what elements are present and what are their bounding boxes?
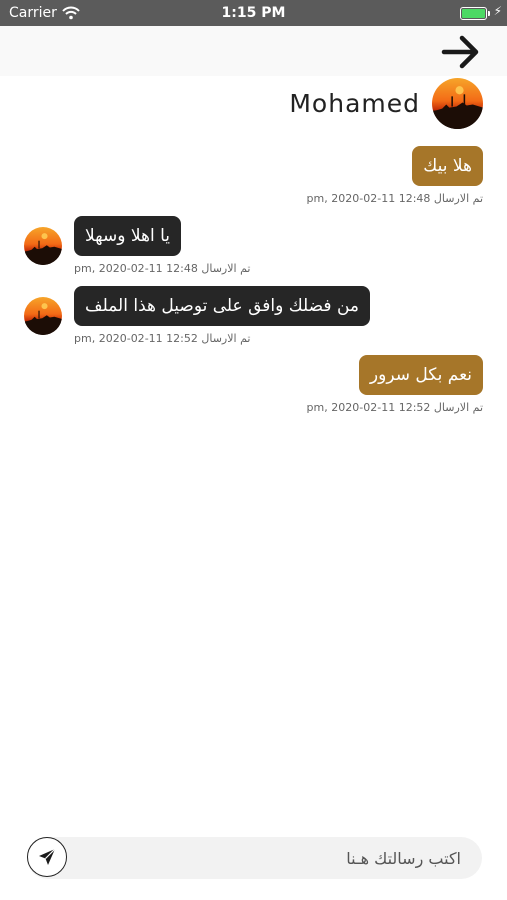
- status-bar: Carrier 1:15 PM ⚡: [0, 0, 507, 26]
- battery-full-charging-icon: [460, 7, 487, 20]
- message-timestamp: تم الارسال 12:48 11-02-2020 ,pm: [306, 192, 483, 205]
- message-received: من فضلك وافق على توصيل هذا الملف تم الار…: [24, 286, 370, 345]
- message-received: يا اهلا وسهلا تم الارسال 12:48 11-02-202…: [24, 216, 250, 275]
- message-timestamp: تم الارسال 12:52 11-02-2020 ,pm: [306, 401, 483, 414]
- sunset-avatar-icon[interactable]: [432, 78, 483, 129]
- navigation-bar: [0, 26, 507, 76]
- message-bubble[interactable]: هلا بيك: [412, 146, 483, 186]
- message-timestamp: تم الارسال 12:48 11-02-2020 ,pm: [74, 262, 251, 275]
- message-bubble[interactable]: من فضلك وافق على توصيل هذا الملف: [74, 286, 370, 326]
- charging-bolt-icon: ⚡: [493, 4, 502, 18]
- arrow-right-icon[interactable]: [441, 35, 481, 69]
- message-timestamp: تم الارسال 12:52 11-02-2020 ,pm: [74, 332, 251, 345]
- message-bubble[interactable]: يا اهلا وسهلا: [74, 216, 181, 256]
- contact-header[interactable]: Mohamed: [289, 78, 483, 129]
- status-time: 1:15 PM: [221, 5, 286, 21]
- message-input[interactable]: [77, 837, 467, 879]
- message-bubble[interactable]: نعم بكل سرور: [358, 355, 483, 395]
- sunset-avatar-icon[interactable]: [24, 227, 62, 265]
- message-composer: [27, 837, 482, 879]
- battery-tip: [488, 11, 490, 16]
- paper-plane-icon: [39, 848, 56, 865]
- contact-name: Mohamed: [289, 89, 420, 118]
- message-sent: نعم بكل سرور تم الارسال 12:52 11-02-2020…: [307, 355, 483, 414]
- send-button[interactable]: [27, 837, 67, 877]
- sunset-avatar-icon[interactable]: [24, 297, 62, 335]
- message-sent: هلا بيك تم الارسال 12:48 11-02-2020 ,pm: [307, 146, 483, 205]
